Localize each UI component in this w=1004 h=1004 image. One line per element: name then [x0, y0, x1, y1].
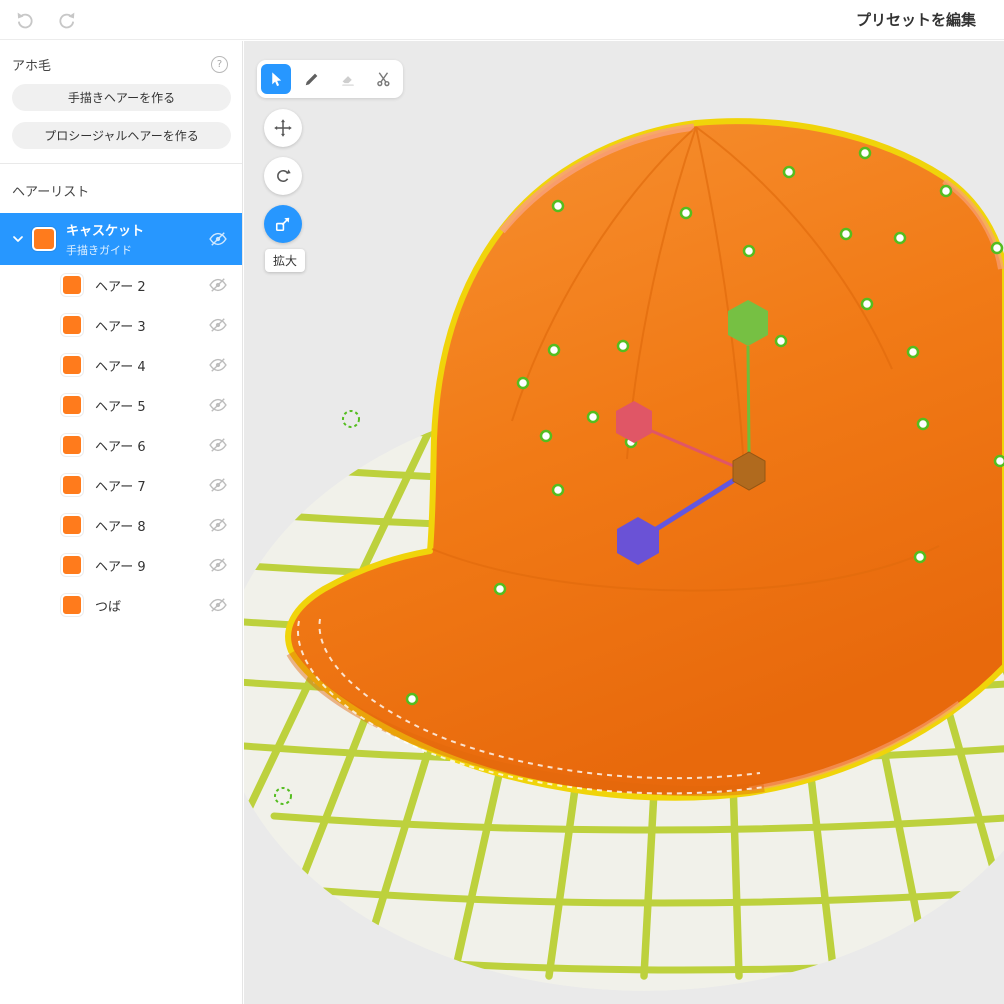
hair-color-swatch[interactable]	[32, 227, 56, 251]
hair-item-label: つば	[95, 599, 122, 615]
hair-group-title: キャスケット	[66, 224, 145, 239]
hair-color-swatch[interactable]	[61, 354, 83, 376]
hair-list-item[interactable]: ヘアー 8	[0, 505, 242, 545]
hair-list-item[interactable]: つば	[0, 585, 242, 625]
viewport-3d[interactable]: 拡大	[244, 41, 1004, 1004]
select-tool-button[interactable]	[261, 64, 291, 94]
scale-icon	[275, 217, 290, 232]
hair-color-swatch[interactable]	[61, 434, 83, 456]
history-controls	[0, 7, 80, 33]
move-tool-button[interactable]	[264, 109, 302, 147]
redo-icon	[59, 12, 75, 28]
cursor-icon	[272, 72, 282, 87]
undo-button[interactable]	[12, 7, 38, 33]
visibility-off-icon[interactable]	[208, 395, 228, 415]
pen-tool-button[interactable]	[297, 64, 327, 94]
undo-icon	[17, 12, 33, 28]
scale-tool-button[interactable]	[264, 205, 302, 243]
sidebar: アホ毛 ? 手描きヘアーを作る プロシージャルヘアーを作る ヘアーリスト キャス…	[0, 41, 243, 1004]
redo-button[interactable]	[54, 7, 80, 33]
eraser-icon	[342, 76, 354, 86]
chevron-down-icon[interactable]	[10, 231, 26, 247]
cut-tool-button[interactable]	[369, 64, 399, 94]
hair-list-item[interactable]: ヘアー 4	[0, 345, 242, 385]
page-title: プリセットを編集	[855, 11, 976, 29]
hair-color-swatch[interactable]	[61, 394, 83, 416]
ahoge-section-label: アホ毛	[12, 59, 52, 74]
hair-color-swatch[interactable]	[61, 594, 83, 616]
hair-item-label: ヘアー 5	[95, 399, 146, 415]
hair-item-label: ヘアー 4	[95, 359, 146, 375]
help-icon[interactable]: ?	[211, 56, 228, 73]
hair-list-item[interactable]: ヘアー 3	[0, 305, 242, 345]
scene-render[interactable]	[244, 41, 1004, 1004]
visibility-off-icon[interactable]	[208, 595, 228, 615]
visibility-off-icon[interactable]	[208, 515, 228, 535]
scissors-icon	[377, 72, 390, 87]
visibility-off-icon[interactable]	[208, 275, 228, 295]
create-procedural-hair-button[interactable]: プロシージャルヘアーを作る	[12, 122, 231, 149]
hair-item-label: ヘアー 7	[95, 479, 146, 495]
hair-group-row-selected[interactable]: キャスケット 手描きガイド	[0, 213, 242, 265]
edit-tool-palette	[257, 60, 403, 98]
hair-list-label: ヘアーリスト	[12, 185, 90, 200]
visibility-off-icon[interactable]	[208, 475, 228, 495]
hair-item-label: ヘアー 2	[95, 279, 146, 295]
pencil-icon	[305, 73, 318, 86]
visibility-off-icon[interactable]	[208, 229, 228, 249]
hair-list-item[interactable]: ヘアー 2	[0, 265, 242, 305]
rotate-tool-button[interactable]	[264, 157, 302, 195]
hair-color-swatch[interactable]	[61, 554, 83, 576]
move-icon	[274, 119, 292, 137]
hair-list-item[interactable]: ヘアー 7	[0, 465, 242, 505]
hair-item-label: ヘアー 9	[95, 559, 146, 575]
hair-item-label: ヘアー 3	[95, 319, 146, 335]
hair-list-item[interactable]: ヘアー 5	[0, 385, 242, 425]
hair-list-item[interactable]: ヘアー 6	[0, 425, 242, 465]
visibility-off-icon[interactable]	[208, 355, 228, 375]
hair-color-swatch[interactable]	[61, 474, 83, 496]
hair-color-swatch[interactable]	[61, 274, 83, 296]
hair-item-label: ヘアー 8	[95, 519, 146, 535]
scale-tooltip: 拡大	[265, 249, 306, 272]
hair-color-swatch[interactable]	[61, 314, 83, 336]
hair-list-item[interactable]: ヘアー 9	[0, 545, 242, 585]
hair-color-swatch[interactable]	[61, 514, 83, 536]
visibility-off-icon[interactable]	[208, 315, 228, 335]
create-handdrawn-hair-button[interactable]: 手描きヘアーを作る	[12, 84, 231, 111]
topbar: プリセットを編集	[0, 0, 1004, 40]
visibility-off-icon[interactable]	[208, 435, 228, 455]
eraser-tool-button[interactable]	[333, 64, 363, 94]
hair-group-subtitle: 手描きガイド	[66, 244, 132, 257]
rotate-icon	[277, 169, 291, 183]
hair-item-label: ヘアー 6	[95, 439, 146, 455]
visibility-off-icon[interactable]	[208, 555, 228, 575]
